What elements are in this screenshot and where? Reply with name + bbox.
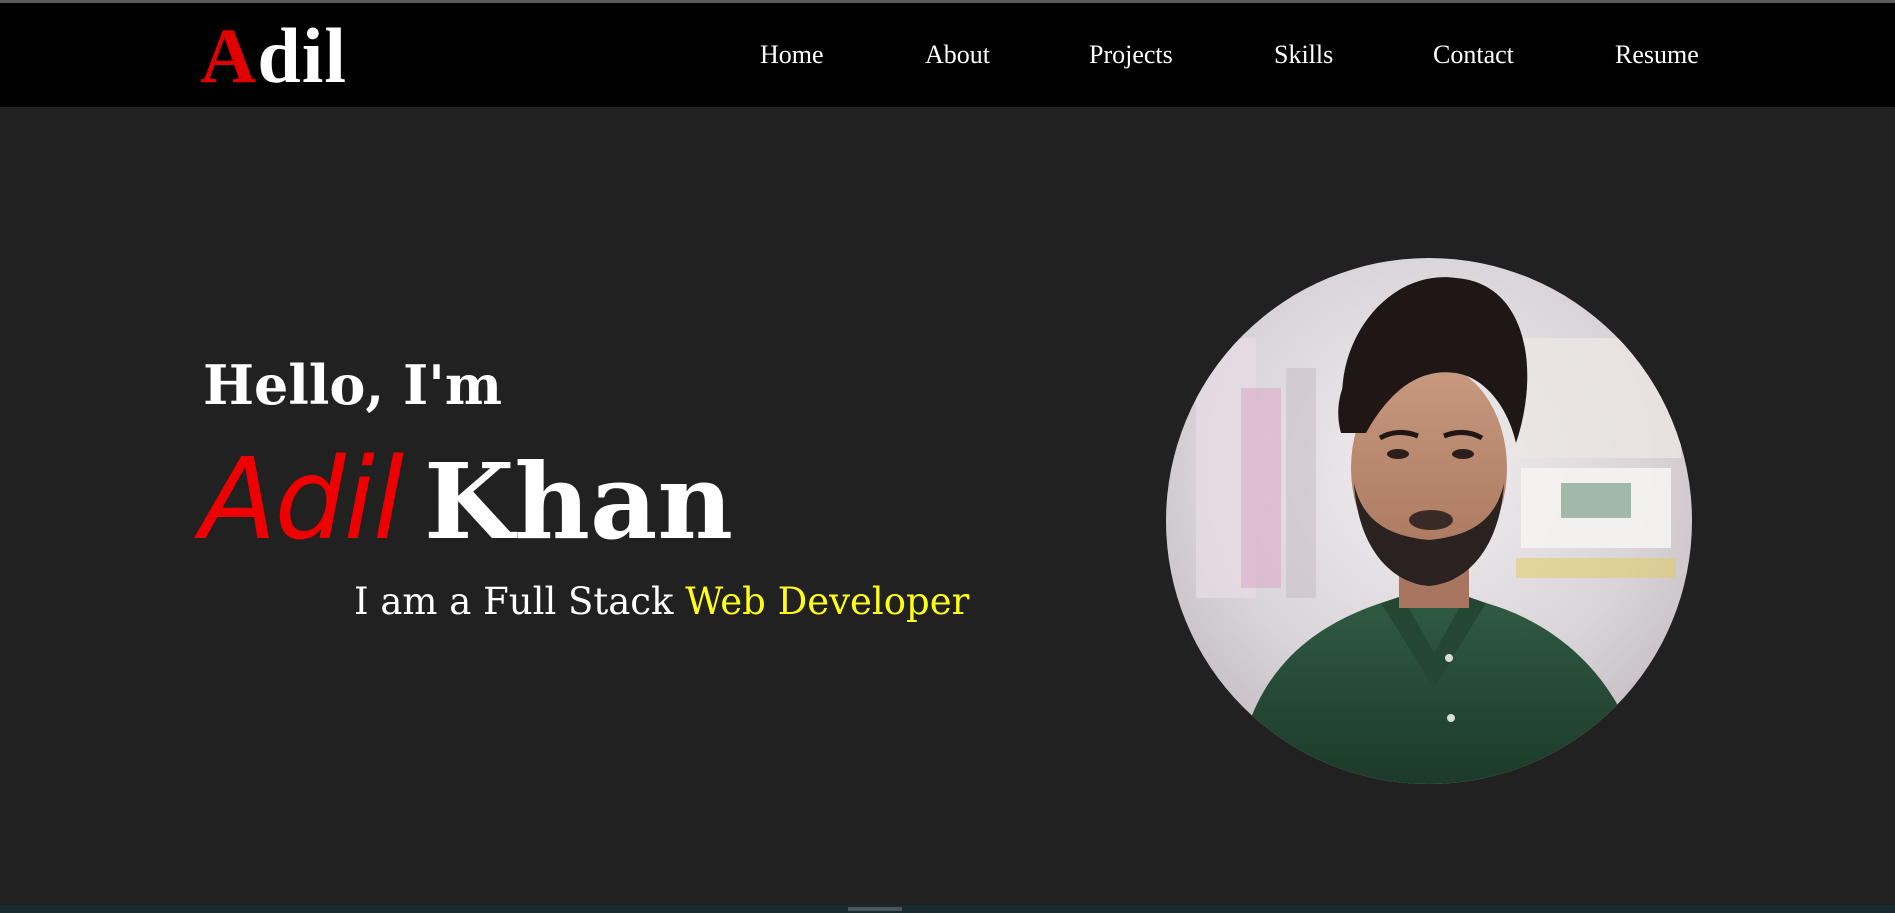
hero-subtitle-highlight: Web Developer [685, 580, 970, 623]
profile-photo-image [1166, 258, 1692, 784]
hero-last-name: Khan [423, 440, 733, 563]
logo-first-letter: A [200, 12, 258, 99]
navbar: Adil Home About Projects Skills Contact … [0, 3, 1895, 107]
hero-subtitle: I am a Full Stack Web Developer [354, 578, 969, 626]
nav-projects[interactable]: Projects [1089, 39, 1173, 71]
profile-photo [1166, 258, 1692, 784]
scroll-indicator [848, 907, 902, 911]
hero-name: Adil Khan [200, 440, 733, 594]
window-bottom-bar [0, 905, 1895, 913]
hero-subtitle-prefix: I am a Full Stack [354, 580, 674, 623]
nav-about[interactable]: About [925, 39, 990, 71]
nav-resume[interactable]: Resume [1615, 39, 1699, 71]
hero-first-name: Adil [200, 435, 404, 565]
site-logo[interactable]: Adil [200, 11, 347, 101]
nav-home[interactable]: Home [760, 39, 824, 71]
nav-skills[interactable]: Skills [1274, 39, 1333, 71]
hero-greeting: Hello, I'm [203, 353, 502, 417]
logo-rest: dil [257, 12, 348, 99]
nav-contact[interactable]: Contact [1433, 39, 1514, 71]
